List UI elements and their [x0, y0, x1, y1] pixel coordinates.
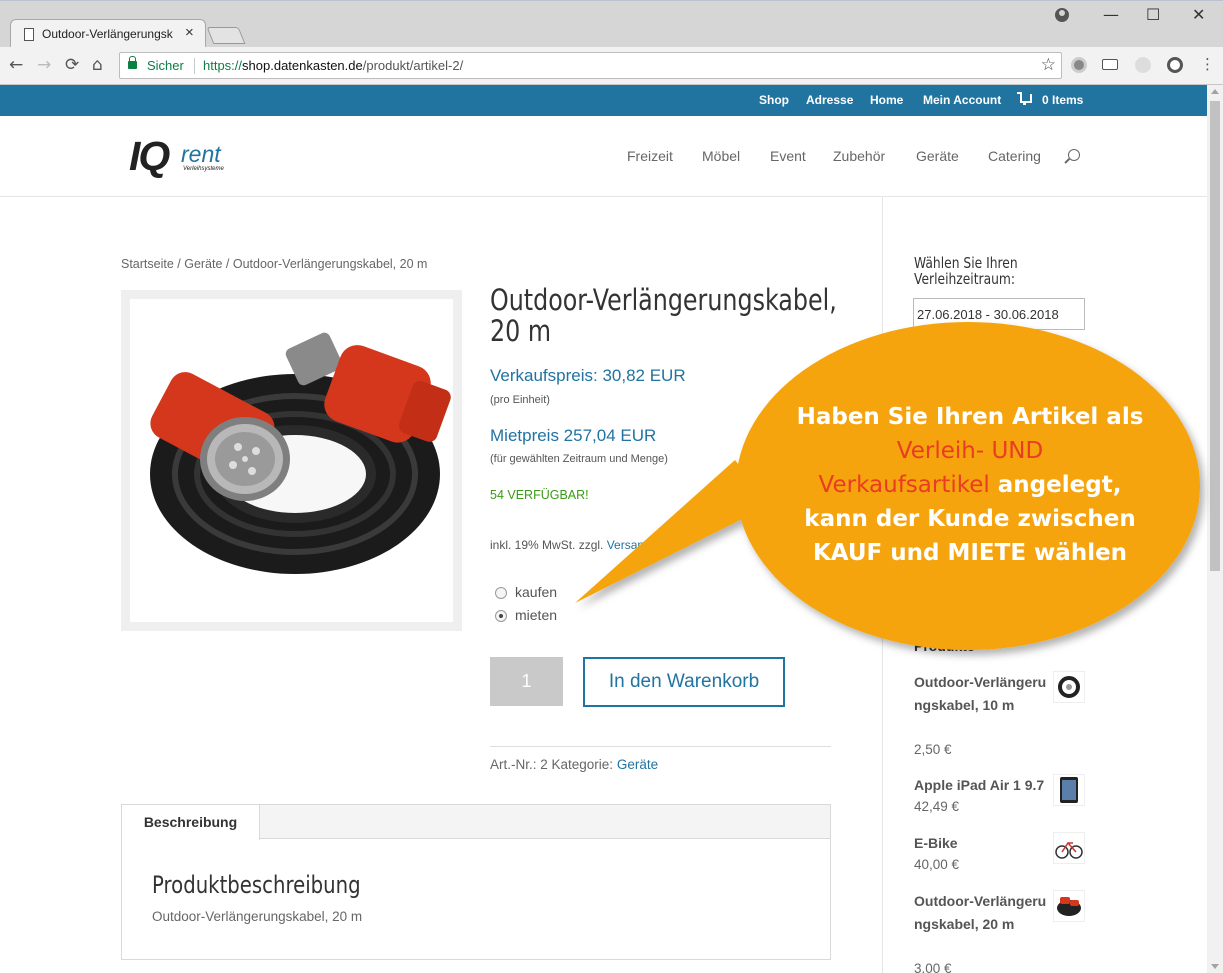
topbar-link-account[interactable]: Mein Account: [923, 93, 1001, 107]
extension-c-icon[interactable]: [1135, 57, 1151, 73]
sidebar-product-price: 3,00 €: [914, 961, 952, 973]
sidebar-product-price: 40,00 €: [914, 857, 960, 872]
menu-kebab-icon[interactable]: ⋮: [1200, 55, 1215, 73]
product-meta: Art.-Nr.: 2 Kategorie: Geräte: [490, 757, 659, 772]
scroll-thumb[interactable]: [1210, 101, 1220, 571]
nav-item-catering[interactable]: Catering: [988, 148, 1041, 164]
sidebar-product-thumb[interactable]: [1053, 774, 1085, 806]
sidebar-product-price: 2,50 €: [914, 742, 952, 757]
product-image-frame: [130, 299, 453, 622]
secure-label: Sicher: [147, 58, 184, 73]
products-widget-title: Produkte: [914, 638, 975, 654]
category-link[interactable]: Geräte: [617, 757, 658, 772]
sidebar-product-price: 42,49 €: [914, 799, 960, 814]
page-icon: [24, 28, 34, 41]
topbar-link-home[interactable]: Home: [870, 93, 903, 107]
cable-reel-image: [150, 332, 451, 574]
extension-cast-icon[interactable]: [1102, 59, 1118, 70]
tab-title: Outdoor-Verlängerungsk: [42, 27, 173, 41]
home-icon[interactable]: ⌂: [92, 55, 103, 75]
radio-mieten[interactable]: [495, 610, 507, 622]
extension-gear-icon[interactable]: [1071, 57, 1087, 73]
back-icon[interactable]: ←: [9, 55, 23, 75]
rent-price-note: (für gewählten Zeitraum und Menge): [490, 453, 668, 465]
page-scrollbar[interactable]: [1207, 85, 1223, 973]
rental-period-title: Wählen Sie Ihren Verleihzeitraum:: [914, 254, 1018, 288]
rental-period-input[interactable]: 27.06.2018 - 30.06.2018: [913, 298, 1085, 330]
forward-icon[interactable]: →: [37, 55, 51, 75]
sidebar-product-name[interactable]: Outdoor-Verlängerungskabel, 20 m: [914, 890, 1049, 936]
product-image[interactable]: [121, 290, 462, 631]
tab-close-icon[interactable]: ×: [185, 24, 194, 41]
sidebar-product-name[interactable]: Apple iPad Air 1 9.7: [914, 774, 1049, 797]
omnibox-divider: [194, 58, 195, 74]
tax-note: inkl. 19% MwSt. zzgl. Versand: [490, 538, 651, 552]
url-text[interactable]: https://shop.datenkasten.de/produkt/arti…: [203, 58, 463, 73]
close-window-icon[interactable]: ✕: [1192, 5, 1205, 24]
address-bar[interactable]: Sicher https://shop.datenkasten.de/produ…: [119, 52, 1062, 79]
logo-iq: IQ: [129, 133, 170, 179]
bookmark-star-icon[interactable]: ☆: [1041, 55, 1056, 75]
logo-rent: rent: [181, 141, 221, 167]
site-logo[interactable]: IQ rent Verleihsysteme: [129, 133, 241, 179]
sidebar-product-thumb[interactable]: [1053, 832, 1085, 864]
tab-beschreibung[interactable]: Beschreibung: [122, 805, 260, 840]
account-icon[interactable]: [1055, 8, 1069, 22]
breadcrumb[interactable]: Startseite / Geräte / Outdoor-Verlängeru…: [121, 257, 427, 271]
extension-g-icon[interactable]: [1167, 57, 1183, 73]
meta-divider: [490, 746, 831, 747]
description-text: Outdoor-Verlängerungskabel, 20 m: [152, 909, 363, 924]
sidebar-product-thumb[interactable]: [1053, 671, 1085, 703]
tab-strip: Outdoor-Verlängerungsk × — ☐ ✕: [0, 0, 1223, 48]
product-title-line-2: 20 m: [490, 314, 551, 348]
description-title: Produktbeschreibung: [152, 871, 361, 899]
add-to-cart-button[interactable]: In den Warenkorb: [583, 657, 785, 707]
tabs-header: Beschreibung: [122, 805, 830, 840]
topbar-cart-count[interactable]: 0 Items: [1042, 93, 1083, 107]
browser-chrome: Outdoor-Verlängerungsk × — ☐ ✕ ← → ⟳ ⌂ S…: [0, 0, 1223, 85]
sidebar-product-name[interactable]: E-Bike: [914, 832, 1049, 855]
sale-price-note: (pro Einheit): [490, 394, 550, 406]
new-tab-button[interactable]: [206, 27, 246, 44]
product-tabs: Beschreibung Produktbeschreibung Outdoor…: [121, 804, 831, 960]
topbar-link-shop[interactable]: Shop: [759, 93, 789, 107]
nav-item-freizeit[interactable]: Freizeit: [627, 148, 673, 164]
lock-icon: [128, 56, 137, 69]
sale-price: Verkaufspreis: 30,82 EUR: [490, 366, 686, 385]
maximize-icon[interactable]: ☐: [1146, 5, 1160, 24]
radio-kaufen-label[interactable]: kaufen: [515, 584, 557, 600]
product-title-line-1: Outdoor-Verlängerungskabel,: [490, 283, 837, 317]
sidebar-product-name[interactable]: Outdoor-Verlängerungskabel, 10 m: [914, 671, 1049, 717]
minimize-icon[interactable]: —: [1103, 5, 1119, 24]
logo-subtitle: Verleihsysteme: [183, 166, 224, 172]
nav-item-geraete[interactable]: Geräte: [916, 148, 959, 164]
rent-price: Mietpreis 257,04 EUR: [490, 426, 657, 445]
site-header: IQ rent Verleihsysteme Freizeit Möbel Ev…: [0, 116, 1207, 197]
nav-item-zubehoer[interactable]: Zubehör: [833, 148, 885, 164]
radio-mieten-label[interactable]: mieten: [515, 607, 557, 623]
browser-tab[interactable]: Outdoor-Verlängerungsk ×: [10, 19, 206, 48]
radio-kaufen[interactable]: [495, 587, 507, 599]
top-bar: Shop Adresse Home Mein Account 0 Items: [0, 85, 1207, 116]
web-page: Shop Adresse Home Mein Account 0 Items I…: [0, 85, 1207, 973]
product-title: Outdoor-Verlängerungskabel, 20 m: [490, 283, 837, 348]
reload-icon[interactable]: ⟳: [65, 55, 79, 75]
shipping-link[interactable]: Versand: [607, 538, 651, 552]
browser-toolbar: ← → ⟳ ⌂ Sicher https://shop.datenkasten.…: [0, 47, 1223, 85]
search-icon[interactable]: [1068, 149, 1080, 161]
scroll-down-arrow-icon[interactable]: [1211, 964, 1219, 969]
scroll-up-arrow-icon[interactable]: [1211, 89, 1219, 94]
topbar-link-adresse[interactable]: Adresse: [806, 93, 853, 107]
quantity-input[interactable]: 1: [490, 657, 563, 706]
sidebar-product-thumb[interactable]: [1053, 890, 1085, 922]
stock-status: 54 VERFÜGBAR!: [490, 488, 589, 502]
nav-item-event[interactable]: Event: [770, 148, 806, 164]
cart-icon[interactable]: [1017, 92, 1032, 105]
sidebar-divider: [882, 197, 883, 973]
nav-item-moebel[interactable]: Möbel: [702, 148, 740, 164]
